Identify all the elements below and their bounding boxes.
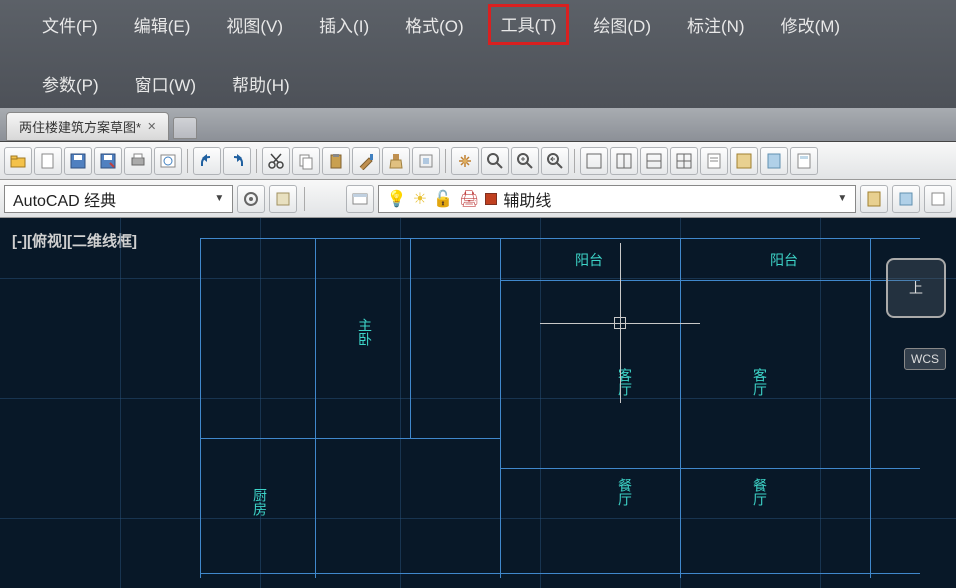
menu-annotate[interactable]: 标注(N)	[683, 10, 749, 39]
menu-edit[interactable]: 编辑(E)	[130, 10, 195, 39]
workspace-combo[interactable]: AutoCAD 经典 ▼	[4, 185, 233, 213]
menu-draw[interactable]: 绘图(D)	[589, 10, 655, 39]
print-button[interactable]	[124, 147, 152, 175]
menu-insert[interactable]: 插入(I)	[315, 10, 373, 39]
saveas-button[interactable]	[94, 147, 122, 175]
layer-combo[interactable]: 💡 ☀ 🔓 🖨 辅助线 ▼	[378, 185, 856, 213]
layer-iso-button[interactable]	[892, 185, 920, 213]
color-swatch	[485, 193, 497, 205]
room-label-master: 主卧	[355, 318, 375, 346]
zoom-previous-button[interactable]	[541, 147, 569, 175]
match-props-button[interactable]	[352, 147, 380, 175]
menu-file[interactable]: 文件(F)	[38, 10, 102, 39]
plot-preview-button[interactable]	[154, 147, 182, 175]
standard-toolbar	[0, 142, 956, 180]
undo-button[interactable]	[193, 147, 221, 175]
zoom-realtime-button[interactable]	[481, 147, 509, 175]
tab-label: 两住楼建筑方案草图*	[19, 117, 141, 136]
workspace-settings-button[interactable]	[237, 185, 265, 213]
plot-icon: 🖨	[459, 189, 479, 209]
copy-button[interactable]	[292, 147, 320, 175]
layer-prev-button[interactable]	[924, 185, 952, 213]
layer-props-button[interactable]	[346, 185, 374, 213]
menu-help[interactable]: 帮助(H)	[228, 69, 294, 98]
viewport3-button[interactable]	[640, 147, 668, 175]
room-label-living1: 客厅	[615, 368, 635, 396]
new-button[interactable]	[34, 147, 62, 175]
save-button[interactable]	[64, 147, 92, 175]
viewcube-face: 上	[909, 278, 923, 298]
properties-button[interactable]	[700, 147, 728, 175]
layer-name: 辅助线	[503, 187, 551, 211]
chevron-down-icon: ▼	[214, 193, 224, 204]
sheet-set-button[interactable]	[790, 147, 818, 175]
view-control-label[interactable]: [-][俯视][二维线框]	[12, 230, 137, 251]
room-label-dining1: 餐厅	[615, 478, 635, 506]
layer-state-button[interactable]	[860, 185, 888, 213]
design-center-button[interactable]	[730, 147, 758, 175]
room-label-living2: 客厅	[750, 368, 770, 396]
menu-modify[interactable]: 修改(M)	[777, 10, 844, 39]
menu-window[interactable]: 窗口(W)	[131, 69, 200, 98]
lightbulb-icon: 💡	[387, 189, 407, 209]
room-label-dining2: 餐厅	[750, 478, 770, 506]
open-button[interactable]	[4, 147, 32, 175]
room-label-kitchen: 厨房	[250, 488, 270, 516]
separator	[187, 149, 188, 173]
menu-tools[interactable]: 工具(T)	[488, 4, 570, 45]
separator	[445, 149, 446, 173]
menu-view[interactable]: 视图(V)	[222, 10, 287, 39]
room-label-balcony2: 阳台	[770, 250, 798, 270]
wcs-indicator[interactable]: WCS	[904, 348, 946, 370]
workspace-label: AutoCAD 经典	[13, 187, 116, 211]
viewport2-button[interactable]	[610, 147, 638, 175]
lock-icon: 🔓	[433, 189, 453, 209]
separator	[574, 149, 575, 173]
clean-button[interactable]	[382, 147, 410, 175]
crosshair-pickbox	[614, 317, 626, 329]
viewport1-button[interactable]	[580, 147, 608, 175]
room-label-balcony1: 阳台	[575, 250, 603, 270]
block-button[interactable]	[412, 147, 440, 175]
tool-palette-button[interactable]	[760, 147, 788, 175]
sun-icon: ☀	[413, 189, 427, 209]
menu-parametric[interactable]: 参数(P)	[38, 69, 103, 98]
new-tab-button[interactable]	[173, 117, 197, 139]
document-tab-bar: 两住楼建筑方案草图* ✕	[0, 108, 956, 142]
workspace-layer-toolbar: AutoCAD 经典 ▼ 💡 ☀ 🔓 🖨 辅助线 ▼	[0, 180, 956, 218]
zoom-window-button[interactable]	[511, 147, 539, 175]
viewcube[interactable]: 上	[886, 258, 946, 318]
pan-button[interactable]	[451, 147, 479, 175]
menu-format[interactable]: 格式(O)	[401, 10, 468, 39]
chevron-down-icon: ▼	[837, 193, 847, 204]
workspace-save-button[interactable]	[269, 185, 297, 213]
paste-button[interactable]	[322, 147, 350, 175]
redo-button[interactable]	[223, 147, 251, 175]
separator	[256, 149, 257, 173]
drawing-canvas[interactable]: [-][俯视][二维线框] 阳台 阳台 主卧 客厅 客厅 餐厅 餐厅 厨房 上 …	[0, 218, 956, 588]
document-tab-active[interactable]: 两住楼建筑方案草图* ✕	[6, 112, 169, 141]
main-menubar: 文件(F) 编辑(E) 视图(V) 插入(I) 格式(O) 工具(T) 绘图(D…	[0, 0, 956, 108]
separator	[304, 187, 305, 211]
cut-button[interactable]	[262, 147, 290, 175]
close-icon[interactable]: ✕	[147, 120, 156, 133]
viewport4-button[interactable]	[670, 147, 698, 175]
